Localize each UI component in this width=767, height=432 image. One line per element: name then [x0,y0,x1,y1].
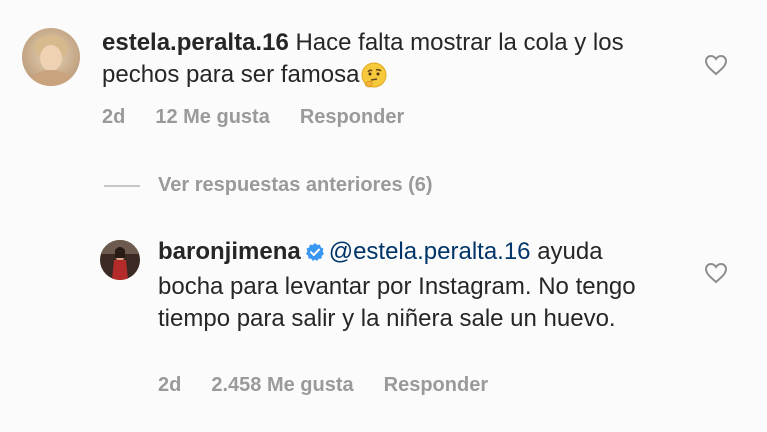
comment-body: estela.peralta.16 Hace falta mostrar la … [102,27,682,97]
comment-meta: 2d 12 Me gusta Responder [102,106,404,129]
avatar[interactable] [22,28,80,86]
comment-username[interactable]: estela.peralta.16 [102,29,295,56]
divider-line [104,184,140,187]
reply-button[interactable]: Responder [384,374,488,397]
reply-button[interactable]: Responder [300,106,404,129]
like-heart-icon[interactable] [704,262,728,289]
reply-likes[interactable]: 2.458 Me gusta [211,374,353,397]
reply-body: baronjimena @estela.peralta.16 ayuda boc… [158,236,658,335]
comments-panel: estela.peralta.16 Hace falta mostrar la … [0,0,767,432]
reply-time: 2d [158,374,182,396]
view-replies-label: Ver respuestas anteriores (6) [158,174,433,196]
reply-meta: 2d 2.458 Me gusta Responder [158,374,488,397]
mention-link[interactable]: @estela.peralta.16 [329,238,531,265]
verified-badge-icon [305,239,325,271]
like-heart-icon[interactable] [704,54,728,81]
view-previous-replies[interactable]: Ver respuestas anteriores (6) [104,174,433,197]
thinking-face-emoji-icon [361,62,387,97]
avatar[interactable] [100,240,140,280]
comment-likes[interactable]: 12 Me gusta [155,106,269,129]
comment-time: 2d [102,106,126,128]
reply-username[interactable]: baronjimena [158,238,301,265]
